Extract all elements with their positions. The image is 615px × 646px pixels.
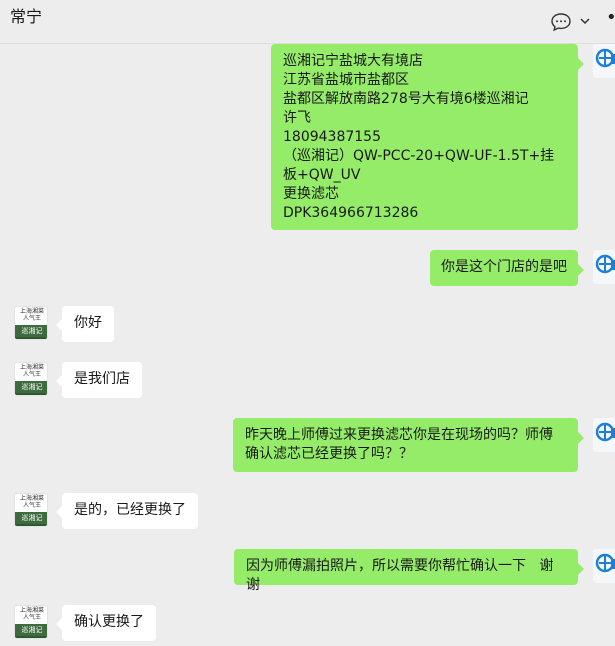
incoming-message[interactable]: 确认更换了: [56, 605, 156, 641]
outgoing-message[interactable]: 因为师傅漏拍照片，所以需要你帮忙确认一下 谢谢: [234, 549, 584, 593]
chat-bubble-icon[interactable]: [550, 12, 572, 32]
avatar-brand: 巡湘记: [15, 512, 47, 524]
incoming-message[interactable]: 你好: [56, 306, 114, 342]
avatar-text: 上海湘菜 人气王: [19, 308, 44, 322]
contact-avatar[interactable]: 上海湘菜 人气王 巡湘记: [14, 362, 48, 396]
incoming-message[interactable]: 是的，已经更换了: [56, 493, 198, 529]
outgoing-message[interactable]: 你是这个门店的是吧: [430, 250, 584, 286]
avatar-text: 上海湘菜 人气王: [19, 364, 44, 378]
chat-title: 常宁: [10, 7, 43, 26]
incoming-message[interactable]: 是我们店: [56, 362, 142, 398]
contact-avatar[interactable]: 上海湘菜 人气王 巡湘记: [14, 493, 48, 527]
my-avatar[interactable]: [593, 549, 615, 583]
avatar-text: 上海湘菜 人气王: [19, 495, 44, 509]
my-avatar[interactable]: [593, 418, 615, 452]
avatar-brand: 巡湘记: [15, 381, 47, 393]
avatar-logo-icon: [595, 422, 615, 442]
avatar-logo-icon: [595, 254, 615, 274]
my-avatar[interactable]: [593, 44, 615, 78]
avatar-text: 上海湘菜 人气王: [19, 607, 44, 621]
chat-header: 常宁 •: [0, 0, 615, 44]
avatar-logo-icon: [595, 48, 615, 68]
avatar-logo-icon: [595, 553, 615, 573]
avatar-brand: 巡湘记: [15, 624, 47, 636]
contact-avatar[interactable]: 上海湘菜 人气王 巡湘记: [14, 306, 48, 340]
chevron-down-icon[interactable]: [579, 15, 591, 27]
more-icon[interactable]: •: [606, 8, 615, 28]
avatar-brand: 巡湘记: [15, 325, 47, 337]
my-avatar[interactable]: [593, 250, 615, 284]
outgoing-message[interactable]: 昨天晚上师傅过来更换滤芯你是在现场的吗？师傅确认滤芯已经更换了吗？？: [233, 418, 584, 472]
contact-avatar[interactable]: 上海湘菜 人气王 巡湘记: [14, 605, 48, 639]
outgoing-message[interactable]: 巡湘记宁盐城大有境店 江苏省盐城市盐都区 盐都区解放南路278号大有境6楼巡湘记…: [271, 44, 584, 230]
